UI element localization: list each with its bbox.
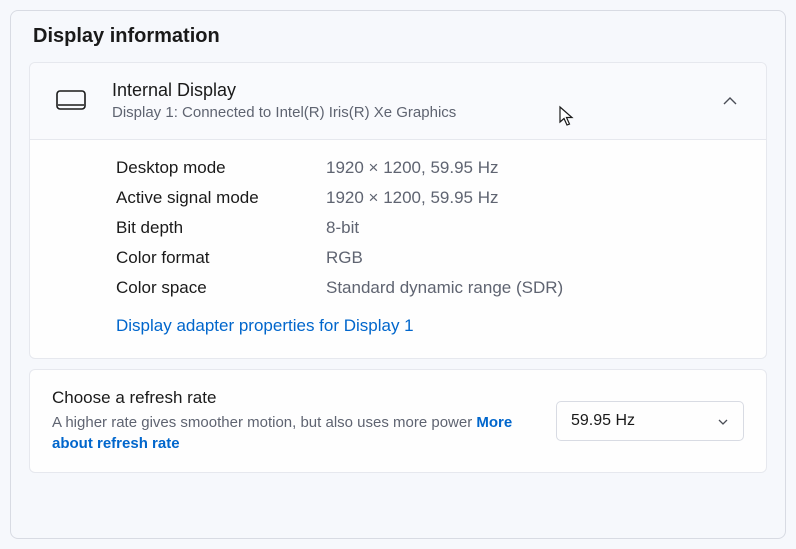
detail-row-color-space: Color space Standard dynamic range (SDR) xyxy=(116,278,744,298)
detail-row-bit-depth: Bit depth 8-bit xyxy=(116,218,744,238)
display-header-text: Internal Display Display 1: Connected to… xyxy=(112,79,722,123)
chevron-up-icon xyxy=(722,93,738,109)
detail-value: 8-bit xyxy=(326,218,359,238)
refresh-rate-dropdown[interactable]: 59.95 Hz xyxy=(556,401,744,441)
refresh-rate-desc-text: A higher rate gives smoother motion, but… xyxy=(52,414,476,431)
section-title: Display information xyxy=(29,25,767,48)
chevron-down-icon xyxy=(717,415,729,427)
display-adapter-link[interactable]: Display adapter properties for Display 1 xyxy=(116,316,414,335)
detail-row-active-signal: Active signal mode 1920 × 1200, 59.95 Hz xyxy=(116,188,744,208)
display-info-card: Internal Display Display 1: Connected to… xyxy=(29,62,767,359)
refresh-rate-description: A higher rate gives smoother motion, but… xyxy=(52,412,536,454)
detail-label: Color format xyxy=(116,248,326,268)
adapter-link-row: Display adapter properties for Display 1 xyxy=(116,316,744,336)
refresh-rate-text: Choose a refresh rate A higher rate give… xyxy=(52,388,556,454)
display-information-panel: Display information Internal Display Dis… xyxy=(10,10,786,539)
detail-value: Standard dynamic range (SDR) xyxy=(326,278,563,298)
detail-value: RGB xyxy=(326,248,363,268)
detail-row-color-format: Color format RGB xyxy=(116,248,744,268)
detail-label: Active signal mode xyxy=(116,188,326,208)
display-header[interactable]: Internal Display Display 1: Connected to… xyxy=(30,63,766,140)
display-title: Internal Display xyxy=(112,79,722,102)
refresh-rate-value: 59.95 Hz xyxy=(571,412,635,430)
refresh-rate-card: Choose a refresh rate A higher rate give… xyxy=(29,369,767,473)
detail-value: 1920 × 1200, 59.95 Hz xyxy=(326,188,499,208)
detail-label: Bit depth xyxy=(116,218,326,238)
detail-row-desktop-mode: Desktop mode 1920 × 1200, 59.95 Hz xyxy=(116,158,744,178)
display-details: Desktop mode 1920 × 1200, 59.95 Hz Activ… xyxy=(30,140,766,358)
detail-label: Color space xyxy=(116,278,326,298)
refresh-rate-title: Choose a refresh rate xyxy=(52,388,536,408)
monitor-icon xyxy=(56,90,86,112)
display-subtitle: Display 1: Connected to Intel(R) Iris(R)… xyxy=(112,102,722,123)
detail-value: 1920 × 1200, 59.95 Hz xyxy=(326,158,499,178)
detail-label: Desktop mode xyxy=(116,158,326,178)
